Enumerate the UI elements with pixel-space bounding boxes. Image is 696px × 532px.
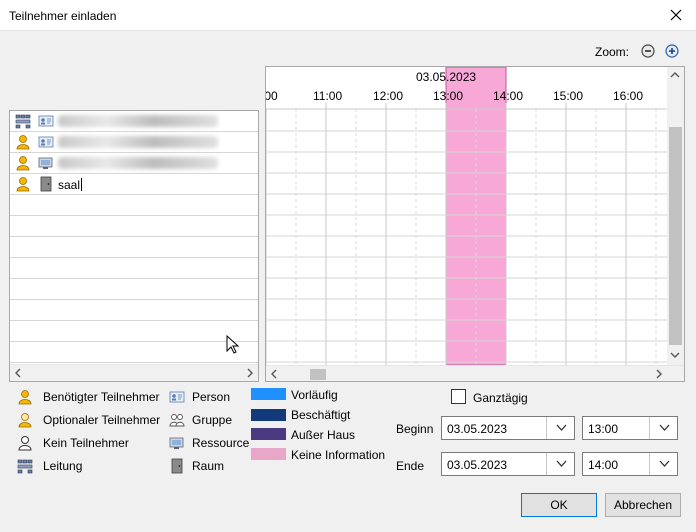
- chevron-down-icon: [556, 424, 567, 431]
- legend-optional: Optionaler Teilnehmer: [17, 412, 160, 428]
- end-time-field[interactable]: 14:00: [582, 452, 678, 476]
- hscroll-thumb[interactable]: [310, 369, 326, 380]
- empty-row[interactable]: [10, 279, 258, 300]
- legend-tentative: Vorläufig: [291, 388, 338, 402]
- hour-label: 16:00: [613, 89, 644, 103]
- resource-icon: [169, 437, 184, 449]
- chevron-down-icon: [659, 460, 670, 467]
- required-participant-icon: [18, 390, 32, 405]
- legend-required: Benötigter Teilnehmer: [17, 389, 160, 405]
- mouse-cursor-icon: [226, 335, 240, 354]
- resource-icon: [38, 157, 53, 169]
- timeline-hscrollbar[interactable]: [266, 365, 684, 381]
- cancel-button[interactable]: Abbrechen: [605, 493, 681, 517]
- legend-non-participant: Kein Teilnehmer: [17, 435, 129, 451]
- end-label: Ende: [396, 459, 425, 473]
- chair-icon: [17, 459, 33, 474]
- swatch-out-of-office: [251, 428, 286, 440]
- begin-label: Beginn: [396, 422, 434, 436]
- room-icon: [40, 176, 52, 192]
- begin-time-field[interactable]: 13:00: [582, 416, 678, 440]
- non-participant-icon: [18, 436, 32, 451]
- optional-participant-icon: [18, 413, 32, 428]
- legend-busy: Beschäftigt: [291, 408, 351, 422]
- timeline-date: 03.05.2023: [416, 70, 477, 84]
- begin-date-field[interactable]: 03.05.2023: [441, 416, 575, 440]
- swatch-tentative: [251, 388, 286, 400]
- all-day-checkbox[interactable]: [451, 389, 466, 404]
- empty-row[interactable]: [10, 195, 258, 216]
- attendee-hscrollbar[interactable]: [10, 364, 258, 381]
- end-date-field[interactable]: 03.05.2023: [441, 452, 575, 476]
- required-participant-icon: [16, 177, 30, 192]
- timeline-grid: [266, 67, 668, 365]
- scroll-up-icon[interactable]: [670, 70, 680, 80]
- zoom-out-icon[interactable]: [641, 44, 655, 58]
- all-day-label[interactable]: Ganztägig: [473, 391, 528, 405]
- room-icon: [171, 458, 183, 474]
- hour-label: 14:00: [493, 89, 524, 103]
- begin-date-dropdown[interactable]: [546, 417, 574, 439]
- attendee-list[interactable]: saal: [9, 110, 259, 382]
- empty-row[interactable]: [10, 342, 258, 363]
- hour-label: 15:00: [553, 89, 584, 103]
- hour-label: 13:00: [433, 89, 464, 103]
- vscroll-thumb[interactable]: [669, 127, 682, 345]
- empty-row[interactable]: [10, 258, 258, 279]
- swatch-busy: [251, 409, 286, 421]
- chevron-down-icon: [556, 460, 567, 467]
- zoom-label: Zoom:: [595, 45, 630, 59]
- empty-row[interactable]: [10, 237, 258, 258]
- hour-label: 12:00: [373, 89, 404, 103]
- scroll-right-icon[interactable]: [654, 369, 664, 379]
- person-card-icon: [38, 115, 54, 127]
- attendee-row[interactable]: [10, 153, 258, 174]
- required-participant-icon: [16, 156, 30, 171]
- begin-time-dropdown[interactable]: [649, 417, 677, 439]
- timeline-vscrollbar[interactable]: [667, 67, 684, 365]
- legend-no-info: Keine Information: [291, 448, 386, 462]
- attendee-row[interactable]: saal: [10, 174, 258, 195]
- redacted-name: [58, 157, 218, 169]
- person-card-icon: [169, 391, 185, 403]
- end-date-dropdown[interactable]: [546, 453, 574, 475]
- redacted-name: [58, 115, 218, 127]
- close-icon[interactable]: [666, 5, 686, 25]
- title-bar: Teilnehmer einladen: [0, 0, 696, 31]
- chevron-down-icon: [659, 424, 670, 431]
- empty-row[interactable]: [10, 300, 258, 321]
- freebusy-timeline[interactable]: 03.05.2023 :00 11:00 12:00 13:00 14:00 1…: [265, 66, 685, 382]
- swatch-no-info: [251, 448, 286, 460]
- hour-label: 11:00: [313, 89, 343, 103]
- window-title: Teilnehmer einladen: [9, 9, 117, 23]
- required-participant-icon: [16, 135, 30, 150]
- scroll-right-icon[interactable]: [245, 368, 255, 378]
- ok-button[interactable]: OK: [521, 493, 597, 517]
- scroll-down-icon[interactable]: [670, 350, 680, 360]
- redacted-name: [58, 136, 218, 148]
- legend-person: Person: [169, 389, 230, 405]
- empty-row[interactable]: [10, 321, 258, 342]
- end-time-dropdown[interactable]: [649, 453, 677, 475]
- legend-chair: Leitung: [17, 458, 82, 474]
- attendee-name-input[interactable]: saal: [58, 178, 83, 192]
- attendee-row[interactable]: [10, 111, 258, 132]
- legend-resource: Ressource: [169, 435, 249, 451]
- legend-room: Raum: [169, 458, 224, 474]
- legend-out-of-office: Außer Haus: [291, 428, 356, 442]
- scroll-left-icon[interactable]: [269, 369, 279, 379]
- person-card-icon: [38, 136, 54, 148]
- scroll-left-icon[interactable]: [13, 368, 23, 378]
- group-icon: [169, 414, 185, 427]
- empty-row[interactable]: [10, 216, 258, 237]
- zoom-in-icon[interactable]: [665, 44, 679, 58]
- chair-icon: [15, 114, 31, 129]
- hour-label: :00: [265, 89, 278, 103]
- attendee-row[interactable]: [10, 132, 258, 153]
- legend-group: Gruppe: [169, 412, 232, 428]
